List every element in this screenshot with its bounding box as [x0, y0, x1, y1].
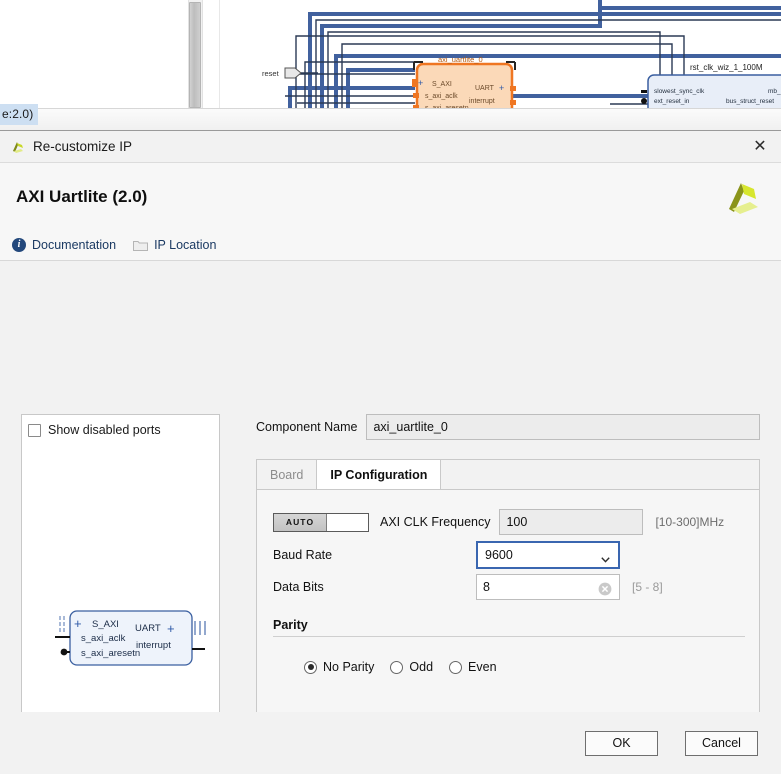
svg-text:interrupt: interrupt: [469, 98, 495, 105]
parity-title: Parity: [273, 618, 308, 632]
axi-clk-frequency-row: AUTO AXI CLK Frequency 100 [10-300]MHz: [273, 509, 724, 535]
svg-text:UART: UART: [475, 85, 495, 92]
data-bits-row: Data Bits 8 [5 - 8]: [273, 574, 745, 600]
dialog-body: Show disabled ports + S_AXI s_axi_aclk s…: [0, 261, 781, 774]
dialog-header: AXI Uartlite (2.0): [0, 163, 781, 229]
parity-label-even: Even: [468, 660, 497, 674]
svg-text:+: +: [499, 83, 504, 93]
show-disabled-ports-checkbox[interactable]: [28, 423, 41, 437]
parity-option-odd[interactable]: Odd: [390, 660, 433, 674]
parity-label-no-parity: No Parity: [323, 660, 375, 674]
screen-root: reset axi_uartlite_0 S_AXI s_axi_aclk + …: [0, 0, 781, 774]
close-icon[interactable]: ✕: [747, 135, 773, 159]
vivado-icon: [10, 139, 26, 155]
show-disabled-ports-row[interactable]: Show disabled ports: [28, 423, 161, 437]
ip-location-label: IP Location: [154, 237, 217, 252]
tab-strip: Board IP Configuration: [257, 459, 759, 489]
chevron-down-icon: [601, 552, 610, 563]
clear-icon[interactable]: [598, 580, 612, 596]
block-design-canvas[interactable]: reset axi_uartlite_0 S_AXI s_axi_aclk + …: [0, 0, 781, 132]
amd-xilinx-logo: [721, 175, 763, 217]
svg-text:+: +: [418, 78, 423, 88]
svg-text:mb_r: mb_r: [768, 88, 781, 95]
dialog-title: Re-customize IP: [33, 139, 133, 154]
tab-ip-configuration[interactable]: IP Configuration: [316, 459, 442, 489]
svg-text:+: +: [167, 621, 175, 636]
svg-text:ext_reset_in: ext_reset_in: [654, 98, 690, 105]
radio-no-parity[interactable]: [304, 660, 317, 674]
documentation-bar: i Documentation IP Location: [0, 229, 781, 261]
folder-icon: [133, 239, 149, 251]
svg-text:S_AXI: S_AXI: [92, 619, 119, 630]
dialog-footer: OK Cancel: [0, 712, 781, 774]
data-bits-input[interactable]: 8: [476, 574, 620, 600]
cancel-button[interactable]: Cancel: [685, 730, 758, 756]
svg-text:bus_struct_reset: bus_struct_reset: [726, 98, 774, 105]
re-customize-ip-dialog: Re-customize IP ✕ AXI Uartlite (2.0) i D…: [0, 130, 781, 774]
data-bits-label: Data Bits: [273, 580, 324, 594]
canvas-divider: [203, 0, 220, 108]
svg-text:rst_clk_wiz_1_100M: rst_clk_wiz_1_100M: [690, 63, 763, 72]
svg-text:s_axi_aresetn: s_axi_aresetn: [81, 648, 140, 659]
svg-text:axi_uartlite_0: axi_uartlite_0: [438, 55, 483, 64]
svg-text:s_axi_aclk: s_axi_aclk: [81, 633, 126, 644]
parity-option-no-parity[interactable]: No Parity: [304, 660, 374, 674]
info-icon: i: [12, 237, 26, 252]
baud-rate-value: 9600: [485, 548, 513, 562]
parity-radio-group: No Parity Odd Even: [304, 660, 509, 674]
component-name-row: Component Name axi_uartlite_0: [256, 414, 760, 440]
data-bits-value: 8: [483, 580, 490, 594]
documentation-label: Documentation: [32, 237, 117, 252]
canvas-scrollbar-thumb[interactable]: [189, 2, 201, 108]
svg-text:slowest_sync_clk: slowest_sync_clk: [654, 88, 705, 95]
ip-symbol-block: + S_AXI s_axi_aclk s_axi_aresetn UART +: [55, 607, 215, 669]
svg-text:s_axi_aclk: s_axi_aclk: [425, 93, 458, 100]
auto-toggle[interactable]: AUTO: [273, 512, 369, 532]
component-name-input[interactable]: axi_uartlite_0: [366, 414, 760, 440]
ip-location-link[interactable]: IP Location: [133, 238, 216, 252]
svg-text:UART: UART: [135, 623, 161, 634]
show-disabled-ports-label: Show disabled ports: [48, 423, 161, 437]
baud-rate-label: Baud Rate: [273, 548, 333, 562]
auto-toggle-label: AUTO: [274, 513, 327, 531]
dialog-titlebar[interactable]: Re-customize IP ✕: [0, 131, 781, 163]
ok-button[interactable]: OK: [585, 730, 658, 756]
svg-text:+: +: [74, 616, 82, 631]
documentation-link[interactable]: i Documentation: [12, 237, 117, 252]
background-tab-fragment[interactable]: e:2.0): [0, 104, 39, 125]
canvas-bottom-strip: [0, 108, 781, 132]
canvas-left-blank: [0, 0, 188, 108]
reset-port-symbol: [284, 67, 318, 79]
axi-clk-frequency-input[interactable]: 100: [499, 509, 644, 535]
auto-toggle-off-segment: [327, 513, 368, 531]
tab-board[interactable]: Board: [257, 460, 316, 489]
parity-divider: [273, 636, 745, 637]
svg-text:interrupt: interrupt: [136, 640, 171, 651]
baud-rate-row: Baud Rate 9600: [273, 541, 745, 569]
data-bits-range: [5 - 8]: [632, 580, 663, 594]
parity-section-header: Parity: [273, 618, 745, 637]
radio-odd[interactable]: [390, 660, 404, 674]
reset-label: reset: [262, 69, 280, 78]
page-title: AXI Uartlite (2.0): [16, 187, 148, 206]
axi-clk-frequency-label: AXI CLK Frequency: [380, 515, 491, 529]
radio-dot: [307, 664, 314, 670]
parity-label-odd: Odd: [409, 660, 434, 674]
svg-text:S_AXI: S_AXI: [432, 81, 452, 88]
parity-option-even[interactable]: Even: [449, 660, 497, 674]
baud-rate-select[interactable]: 9600: [476, 541, 620, 569]
axi-clk-frequency-range: [10-300]MHz: [655, 515, 725, 529]
radio-even[interactable]: [449, 660, 463, 674]
component-name-label: Component Name: [256, 420, 358, 434]
